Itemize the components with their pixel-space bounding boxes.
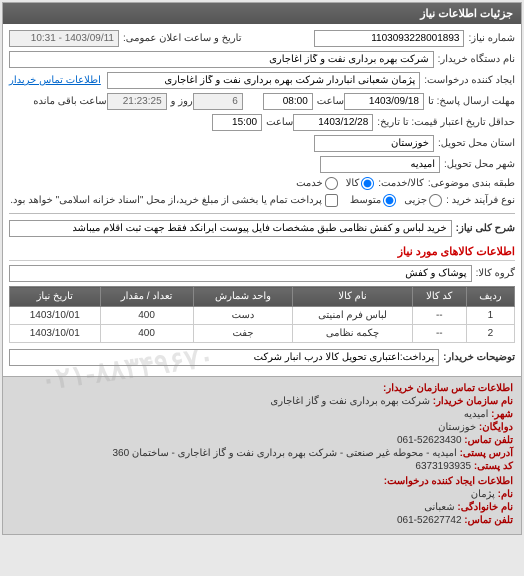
input-days-left (193, 93, 243, 110)
label-time2: ساعت (262, 117, 293, 128)
footer-prov-lbl: دوایگان: (479, 422, 513, 433)
radio-group-process: جزیی متوسط (350, 194, 442, 207)
radio-group-type: کالا خدمت (296, 177, 374, 190)
label-general-title: شرح کلی نیاز: (452, 223, 515, 234)
input-time-left (107, 93, 167, 110)
label-announce-dt: تاریخ و ساعت اعلان عمومی: (119, 33, 242, 44)
footer-postcode-val: 6373193935 (415, 461, 471, 472)
label-item-service: کالا/خدمت: (374, 178, 424, 189)
footer-prov-val: خوزستان (438, 422, 476, 433)
footer-fname-lbl: نام: (498, 489, 513, 500)
radio-medium[interactable]: متوسط (350, 194, 396, 207)
footer-cphone-lbl: تلفن تماس: (464, 515, 513, 526)
label-remaining: ساعت باقی مانده (29, 96, 106, 107)
th-date: تاریخ نیاز (10, 287, 101, 307)
label-requester: ایجاد کننده درخواست: (420, 75, 515, 86)
label-packaging: طبقه بندی موضوعی: (424, 178, 515, 189)
cell-code: -- (412, 325, 466, 343)
checkbox-payment-input[interactable] (325, 194, 338, 207)
checkbox-payment-label: پرداخت تمام یا بخشی از مبلغ خرید،از محل … (10, 195, 322, 206)
footer-postal-val: امیدیه - محوطه غیر صنعتی - شرکت بهره برد… (112, 448, 456, 459)
footer-title: اطلاعات تماس سازمان خریدار: (383, 383, 513, 394)
radio-partial[interactable]: جزیی (404, 194, 442, 207)
input-buyer-org[interactable] (9, 51, 434, 68)
checkbox-payment[interactable]: پرداخت تمام یا بخشی از مبلغ خرید،از محل … (10, 194, 338, 207)
footer-creator-title: اطلاعات ایجاد کننده درخواست: (384, 476, 513, 487)
radio-partial-input[interactable] (429, 194, 442, 207)
label-process-type: نوع فرآیند خرید : (442, 195, 515, 206)
items-table: ردیف کد کالا نام کالا واحد شمارش تعداد /… (9, 286, 515, 343)
panel-title: جزئیات اطلاعات نیاز (3, 3, 521, 24)
cell-date: 1403/10/01 (10, 307, 101, 325)
th-row: ردیف (466, 287, 514, 307)
footer-phone-val: 52623430-061 (397, 435, 462, 446)
label-validity: حداقل تاریخ اعتبار قیمت: تا تاریخ: (373, 117, 515, 128)
footer-org-val: شرکت بهره برداری نفت و گاز اغاجاری (270, 396, 430, 407)
th-code: کد کالا (412, 287, 466, 307)
th-qty: تعداد / مقدار (100, 287, 193, 307)
input-validity-time[interactable] (212, 114, 262, 131)
label-deadline: مهلت ارسال پاسخ: تا (424, 96, 515, 107)
input-item-group[interactable] (9, 265, 472, 282)
input-announce-dt (9, 30, 119, 47)
footer-postcode-lbl: کد پستی: (474, 461, 513, 472)
input-city[interactable] (320, 156, 440, 173)
footer-phone-lbl: تلفن تماس: (464, 435, 513, 446)
cell-unit: دست (193, 307, 293, 325)
label-item-group: گروه کالا: (472, 268, 515, 279)
link-contact[interactable]: اطلاعات تماس خریدار (9, 75, 101, 86)
table-row: 1 -- لباس فرم امنیتی دست 400 1403/10/01 (10, 307, 515, 325)
cell-row: 1 (466, 307, 514, 325)
label-city: شهر محل تحویل: (440, 159, 515, 170)
cell-unit: جفت (193, 325, 293, 343)
label-province: استان محل تحویل: (434, 138, 515, 149)
footer-postal-lbl: آدرس پستی: (460, 448, 513, 459)
footer-city-lbl: شهر: (491, 409, 513, 420)
radio-service-label: خدمت (296, 178, 323, 189)
cell-row: 2 (466, 325, 514, 343)
radio-goods-label: کالا (346, 178, 360, 189)
radio-goods[interactable]: کالا (346, 177, 375, 190)
label-buyer-org: نام دستگاه خریدار: (434, 54, 515, 65)
input-request-no[interactable] (314, 30, 464, 47)
cell-qty: 400 (100, 307, 193, 325)
radio-partial-label: جزیی (404, 195, 427, 206)
input-validity-date[interactable] (293, 114, 373, 131)
radio-medium-input[interactable] (383, 194, 396, 207)
label-time1: ساعت (313, 96, 344, 107)
radio-service[interactable]: خدمت (296, 177, 338, 190)
input-deadline-date[interactable] (344, 93, 424, 110)
cell-name: چکمه نظامی (293, 325, 412, 343)
radio-goods-input[interactable] (361, 177, 374, 190)
radio-medium-label: متوسط (350, 195, 381, 206)
footer-contact: اطلاعات تماس سازمان خریدار: نام سازمان خ… (3, 376, 521, 534)
section-items-info: اطلاعات کالاهای مورد نیاز (9, 245, 515, 261)
input-requester[interactable] (107, 72, 420, 89)
cell-code: -- (412, 307, 466, 325)
label-buyer-notes: توضیحات خریدار: (439, 352, 515, 363)
label-request-no: شماره نیاز: (464, 33, 515, 44)
footer-lname-lbl: نام خانوادگی: (457, 502, 513, 513)
cell-name: لباس فرم امنیتی (293, 307, 412, 325)
th-name: نام کالا (293, 287, 412, 307)
label-days-and: روز و (167, 96, 193, 107)
footer-city-val: امیدیه (464, 409, 489, 420)
radio-service-input[interactable] (325, 177, 338, 190)
th-unit: واحد شمارش (193, 287, 293, 307)
footer-lname-val: شعبانی (424, 502, 454, 513)
table-row: 2 -- چکمه نظامی جفت 400 1403/10/01 (10, 325, 515, 343)
footer-cphone-val: 52627742-061 (397, 515, 462, 526)
input-general-desc[interactable] (9, 220, 452, 237)
footer-fname-val: پژمان (471, 489, 495, 500)
cell-date: 1403/10/01 (10, 325, 101, 343)
cell-qty: 400 (100, 325, 193, 343)
footer-org-lbl: نام سازمان خریدار: (433, 396, 513, 407)
input-deadline-time[interactable] (263, 93, 313, 110)
input-buyer-notes[interactable] (9, 349, 439, 366)
input-province[interactable] (314, 135, 434, 152)
